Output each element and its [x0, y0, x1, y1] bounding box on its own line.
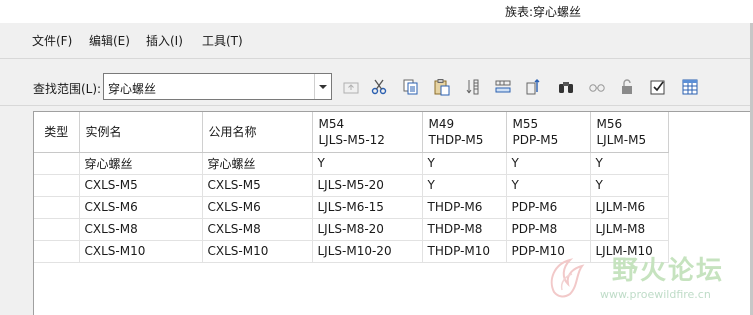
table-cell[interactable]: LJLM-M6: [590, 196, 669, 219]
paste-icon[interactable]: [431, 76, 453, 98]
chevron-down-icon[interactable]: [314, 74, 331, 99]
lock-icon[interactable]: [617, 76, 639, 98]
table-cell[interactable]: THDP-M8: [422, 218, 507, 241]
copy-icon[interactable]: [400, 76, 422, 98]
toolbar: 查找范围(L): 穿心螺丝: [0, 70, 753, 104]
header-m56-name: LJLM-M5: [596, 132, 647, 147]
header-m49-id: M49: [428, 116, 455, 131]
row-type-cell[interactable]: [34, 152, 80, 175]
menu-separator: [0, 58, 753, 59]
table-cell[interactable]: Y: [312, 152, 423, 175]
header-m56[interactable]: M56 LJLM-M5: [590, 112, 669, 153]
family-table-grid: 类型 实例名 公用名称 M54 LJLS-M5-12 M49 THDP-M5 M55…: [33, 111, 753, 315]
window-title: 族表:穿心螺丝: [505, 5, 582, 19]
scope-label: 查找范围(L):: [33, 82, 102, 96]
table-cell[interactable]: CXLS-M10: [202, 240, 313, 263]
table-row[interactable]: CXLS-M5 CXLS-M5 LJLS-M5-20 Y Y Y: [34, 174, 669, 197]
folder-up-icon[interactable]: [340, 76, 362, 98]
menu-tools[interactable]: 工具(T): [202, 32, 243, 49]
scope-value: 穿心螺丝: [108, 82, 157, 96]
table-row[interactable]: CXLS-M10 CXLS-M10 LJLS-M10-20 THDP-M10 P…: [34, 240, 669, 263]
header-instance[interactable]: 实例名: [79, 112, 203, 153]
table-cell[interactable]: PDP-M10: [506, 240, 591, 263]
glasses-icon[interactable]: [586, 76, 608, 98]
toolbar-separator: [0, 105, 753, 106]
table-cell[interactable]: LJLS-M5-20: [312, 174, 423, 197]
table-cell[interactable]: Y: [590, 174, 669, 197]
header-m49[interactable]: M49 THDP-M5: [422, 112, 507, 153]
table-cell[interactable]: LJLS-M8-20: [312, 218, 423, 241]
menu-file[interactable]: 文件(F): [32, 32, 72, 49]
table-cell[interactable]: CXLS-M6: [79, 196, 203, 219]
table-cell[interactable]: CXLS-M5: [202, 174, 313, 197]
header-m54-id: M54: [318, 116, 345, 131]
header-m55-id: M55: [512, 116, 539, 131]
scissors-icon[interactable]: [368, 76, 390, 98]
table-cell[interactable]: PDP-M6: [506, 196, 591, 219]
header-m56-id: M56: [596, 116, 623, 131]
table-cell[interactable]: 穿心螺丝: [79, 152, 203, 175]
table-cell[interactable]: Y: [422, 152, 507, 175]
table-cell[interactable]: THDP-M10: [422, 240, 507, 263]
table-cell[interactable]: CXLS-M8: [202, 218, 313, 241]
table-row[interactable]: 穿心螺丝 穿心螺丝 Y Y Y Y: [34, 152, 669, 175]
header-type[interactable]: 类型: [34, 112, 80, 153]
table-cell[interactable]: CXLS-M8: [79, 218, 203, 241]
table-cell[interactable]: Y: [422, 174, 507, 197]
checkbox-icon[interactable]: [647, 76, 669, 98]
header-m54[interactable]: M54 LJLS-M5-12: [312, 112, 423, 153]
table-cell[interactable]: THDP-M6: [422, 196, 507, 219]
menu-insert[interactable]: 插入(I): [146, 32, 183, 49]
row-type-cell[interactable]: [34, 240, 80, 263]
table-cell[interactable]: Y: [506, 152, 591, 175]
table-cell[interactable]: CXLS-M5: [79, 174, 203, 197]
table-cell[interactable]: LJLS-M10-20: [312, 240, 423, 263]
table-cell[interactable]: PDP-M8: [506, 218, 591, 241]
binoculars-icon[interactable]: [555, 76, 577, 98]
row-type-cell[interactable]: [34, 174, 80, 197]
table-cell[interactable]: LJLM-M8: [590, 218, 669, 241]
header-m55-name: PDP-M5: [512, 132, 559, 147]
header-m54-name: LJLS-M5-12: [318, 132, 385, 147]
menu-bar: 文件(F) 编辑(E) 插入(I) 工具(T): [0, 30, 753, 52]
menu-edit[interactable]: 编辑(E): [89, 32, 130, 49]
table-cell[interactable]: CXLS-M10: [79, 240, 203, 263]
insert-item-icon[interactable]: [522, 76, 544, 98]
table-cell[interactable]: LJLM-M10: [590, 240, 669, 263]
table-cell[interactable]: LJLS-M6-15: [312, 196, 423, 219]
row-type-cell[interactable]: [34, 196, 80, 219]
table-cell[interactable]: 穿心螺丝: [202, 152, 313, 175]
header-m55[interactable]: M55 PDP-M5: [506, 112, 591, 153]
header-m49-name: THDP-M5: [428, 132, 484, 147]
table-row[interactable]: CXLS-M8 CXLS-M8 LJLS-M8-20 THDP-M8 PDP-M…: [34, 218, 669, 241]
table-cell[interactable]: Y: [590, 152, 669, 175]
table-cell[interactable]: Y: [506, 174, 591, 197]
row-type-cell[interactable]: [34, 218, 80, 241]
scope-combobox[interactable]: 穿心螺丝: [103, 73, 332, 100]
header-common-name[interactable]: 公用名称: [202, 112, 313, 153]
insert-row-icon[interactable]: [492, 76, 514, 98]
table-row[interactable]: CXLS-M6 CXLS-M6 LJLS-M6-15 THDP-M6 PDP-M…: [34, 196, 669, 219]
table-cell[interactable]: CXLS-M6: [202, 196, 313, 219]
table-icon[interactable]: [679, 76, 701, 98]
family-table: 类型 实例名 公用名称 M54 LJLS-M5-12 M49 THDP-M5 M55…: [34, 112, 669, 263]
title-bar: 族表:穿心螺丝: [0, 0, 753, 23]
insert-column-icon[interactable]: [463, 76, 485, 98]
